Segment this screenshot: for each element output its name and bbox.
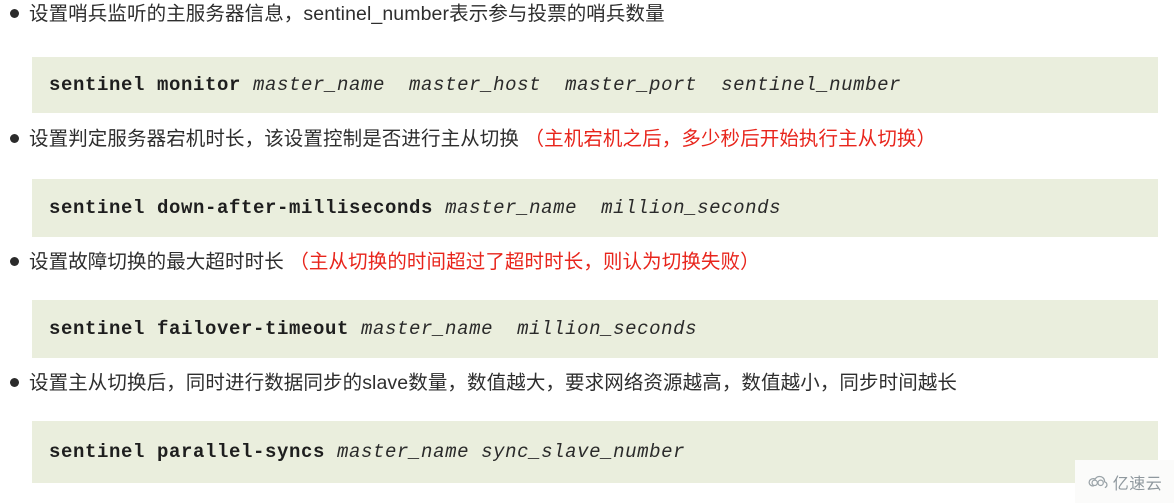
bullet-text-4-after: 数量，数值越大，要求网络资源越高，数值越小，同步时间越长 xyxy=(408,372,958,394)
bullet-item-1: 设置哨兵监听的主服务器信息，sentinel_number表示参与投票的哨兵数量 xyxy=(0,0,1174,40)
watermark: 亿速云 xyxy=(1075,460,1174,503)
bullet-text-4-inline-code: slave xyxy=(362,372,409,394)
bullet-text-1-inline-code: sentinel_number xyxy=(303,3,450,25)
code-1-args: master_name master_host master_port sent… xyxy=(241,74,902,96)
code-4-args: master_name sync_slave_number xyxy=(325,441,686,463)
bullet-marker-icon xyxy=(10,134,19,143)
bullet-text-2-note: （主机宕机之后，多少秒后开始执行主从切换） xyxy=(524,128,937,150)
bullet-text-3-before: 设置故障切换的最大超时时长 xyxy=(29,251,290,273)
bullet-text-1: 设置哨兵监听的主服务器信息，sentinel_number表示参与投票的哨兵数量 xyxy=(29,0,665,28)
document-page: 设置哨兵监听的主服务器信息，sentinel_number表示参与投票的哨兵数量… xyxy=(0,0,1174,503)
bullet-text-3: 设置故障切换的最大超时时长 （主从切换的时间超过了超时时长，则认为切换失败） xyxy=(29,248,760,276)
code-4-command: sentinel parallel-syncs xyxy=(49,441,326,463)
code-block-1: sentinel monitor master_name master_host… xyxy=(32,57,1158,113)
code-3-command: sentinel failover-timeout xyxy=(49,318,350,340)
code-block-4: sentinel parallel-syncs master_name sync… xyxy=(32,421,1158,483)
bullet-text-4-before: 设置主从切换后，同时进行数据同步的 xyxy=(29,372,363,394)
bullet-text-1-before: 设置哨兵监听的主服务器信息， xyxy=(29,3,304,25)
bullet-text-4: 设置主从切换后，同时进行数据同步的slave数量，数值越大，要求网络资源越高，数… xyxy=(29,369,957,397)
bullet-marker-icon xyxy=(10,378,19,387)
code-1-command: sentinel monitor xyxy=(49,74,242,96)
bullet-text-3-note: （主从切换的时间超过了超时时长，则认为切换失败） xyxy=(289,251,760,273)
bullet-item-2: 设置判定服务器宕机时长，该设置控制是否进行主从切换 （主机宕机之后，多少秒后开始… xyxy=(0,125,1174,165)
code-block-2: sentinel down-after-milliseconds master_… xyxy=(32,179,1158,237)
bullet-item-3: 设置故障切换的最大超时时长 （主从切换的时间超过了超时时长，则认为切换失败） xyxy=(0,248,1174,286)
bullet-text-1-after: 表示参与投票的哨兵数量 xyxy=(449,3,665,25)
code-block-3: sentinel failover-timeout master_name mi… xyxy=(32,300,1158,358)
code-3-args: master_name million_seconds xyxy=(349,318,698,340)
watermark-text: 亿速云 xyxy=(1112,475,1163,493)
code-2-command: sentinel down-after-milliseconds xyxy=(49,197,434,219)
cloud-icon xyxy=(1087,474,1109,489)
code-2-args: master_name million_seconds xyxy=(433,197,782,219)
bullet-item-4: 设置主从切换后，同时进行数据同步的slave数量，数值越大，要求网络资源越高，数… xyxy=(0,369,1174,407)
bullet-marker-icon xyxy=(10,257,19,266)
bullet-text-2: 设置判定服务器宕机时长，该设置控制是否进行主从切换 （主机宕机之后，多少秒后开始… xyxy=(29,125,936,153)
bullet-text-2-before: 设置判定服务器宕机时长，该设置控制是否进行主从切换 xyxy=(29,128,525,150)
bullet-marker-icon xyxy=(10,9,19,18)
